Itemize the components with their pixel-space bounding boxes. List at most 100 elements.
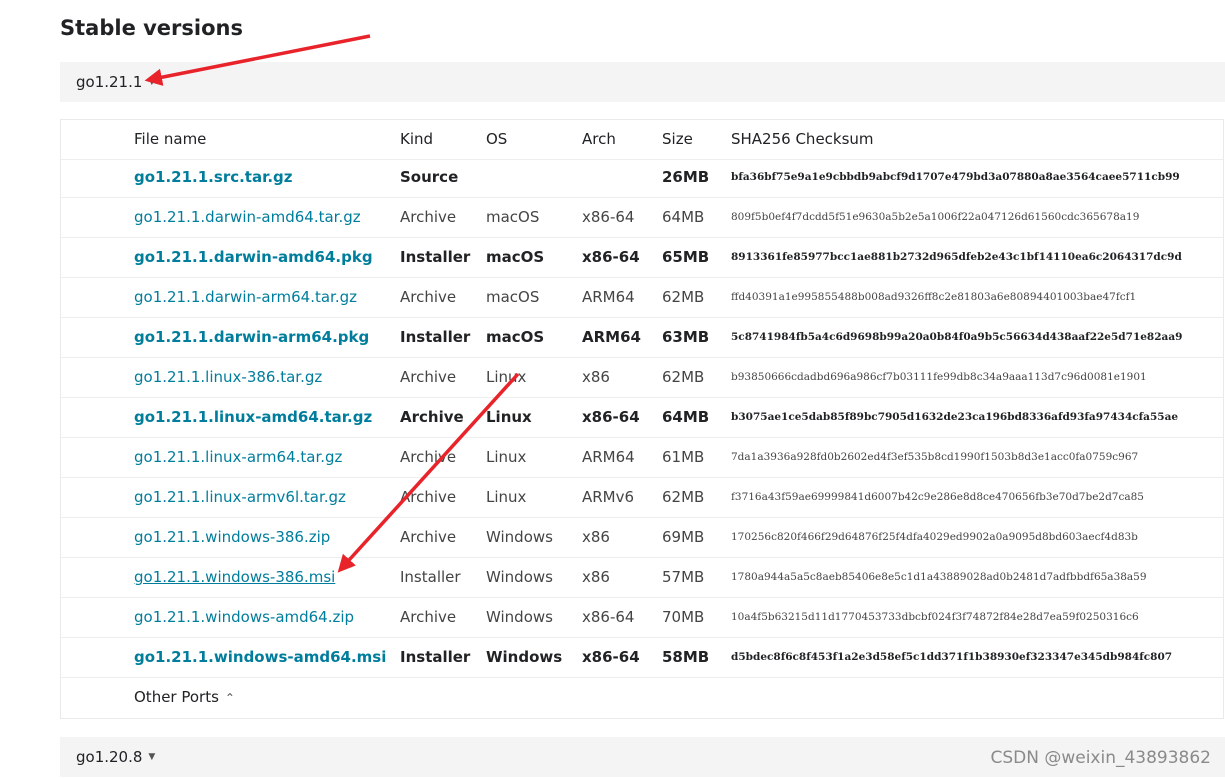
file-os: macOS — [486, 248, 545, 266]
table-row: go1.21.1.src.tar.gz Source 26MB bfa36bf75e9… — [61, 158, 1223, 198]
file-checksum: bfa36bf75e9a1e9cbbdb9abcf9d1707e479bd3a0… — [731, 171, 1180, 183]
header-checksum: SHA256 Checksum — [731, 130, 874, 148]
downloads-page: Stable versions go1.21.1 ▼ File name Kin… — [0, 0, 1225, 778]
file-checksum: 10a4f5b63215d11d1770453733dbcbf024f3f748… — [731, 611, 1139, 623]
file-kind: Archive — [400, 408, 464, 426]
file-os: macOS — [486, 208, 540, 226]
file-checksum: b3075ae1ce5dab85f89bc7905d1632de23ca196b… — [731, 411, 1179, 423]
file-download-link[interactable]: go1.21.1.windows-386.msi — [134, 558, 394, 597]
file-checksum: f3716a43f59ae69999841d6007b42c9e286e8d8c… — [731, 491, 1144, 503]
file-kind: Installer — [400, 248, 471, 266]
file-kind: Archive — [400, 528, 457, 546]
file-download-link[interactable]: go1.21.1.linux-amd64.tar.gz — [134, 398, 394, 437]
file-size: 57MB — [662, 568, 705, 586]
file-kind: Archive — [400, 368, 457, 386]
file-kind: Installer — [400, 568, 461, 586]
file-download-link[interactable]: go1.21.1.windows-amd64.msi — [134, 638, 394, 677]
version-label: go1.21.1 — [76, 73, 143, 91]
file-size: 70MB — [662, 608, 705, 626]
file-kind: Archive — [400, 608, 457, 626]
table-row: go1.21.1.windows-386.msi Installer Windows… — [61, 558, 1223, 598]
file-os: Windows — [486, 528, 553, 546]
file-checksum: ffd40391a1e995855488b008ad9326ff8c2e8180… — [731, 291, 1137, 303]
header-kind: Kind — [400, 130, 434, 148]
file-arch: x86-64 — [582, 608, 635, 626]
table-row: go1.21.1.darwin-arm64.pkg Installer macOS A… — [61, 318, 1223, 358]
file-size: 26MB — [662, 168, 710, 186]
file-checksum: 7da1a3936a928fd0b2602ed4f3ef535b8cd1990f… — [731, 451, 1139, 463]
file-arch — [582, 158, 660, 197]
file-download-link[interactable]: go1.21.1.darwin-amd64.tar.gz — [134, 198, 394, 237]
file-download-link[interactable]: go1.21.1.darwin-arm64.pkg — [134, 318, 394, 357]
table-row: go1.21.1.darwin-amd64.pkg Installer macOS x… — [61, 238, 1223, 278]
file-size: 58MB — [662, 648, 710, 666]
header-arch: Arch — [582, 130, 616, 148]
version-toggle-current[interactable]: go1.21.1 ▼ — [60, 62, 1225, 102]
table-row: go1.21.1.linux-arm64.tar.gz Archive Linux A… — [61, 438, 1223, 478]
file-size: 63MB — [662, 328, 710, 346]
file-checksum: 5c8741984fb5a4c6d9698b99a20a0b84f0a9b5c5… — [731, 331, 1183, 343]
table-row: go1.21.1.darwin-amd64.tar.gz Archive macOS… — [61, 198, 1223, 238]
file-kind: Source — [400, 168, 459, 186]
table-row: go1.21.1.windows-amd64.msi Installer Windo… — [61, 638, 1223, 678]
file-download-link[interactable]: go1.21.1.linux-armv6l.tar.gz — [134, 478, 394, 517]
file-download-link[interactable]: go1.21.1.linux-arm64.tar.gz — [134, 438, 394, 477]
file-download-link[interactable]: go1.21.1.darwin-amd64.pkg — [134, 238, 394, 277]
file-kind: Installer — [400, 328, 471, 346]
file-size: 62MB — [662, 368, 705, 386]
watermark: CSDN @weixin_43893862 — [990, 748, 1211, 768]
header-size: Size — [662, 130, 693, 148]
chevron-up-icon: ⌃ — [224, 691, 235, 705]
file-size: 62MB — [662, 288, 705, 306]
file-arch: x86 — [582, 528, 610, 546]
table-row: go1.21.1.darwin-arm64.tar.gz Archive macOS… — [61, 278, 1223, 318]
file-size: 69MB — [662, 528, 705, 546]
file-arch: x86 — [582, 568, 610, 586]
file-arch: ARM64 — [582, 288, 635, 306]
table-row: go1.21.1.windows-amd64.zip Archive Windows… — [61, 598, 1223, 638]
file-kind: Installer — [400, 648, 471, 666]
file-checksum: 8913361fe85977bcc1ae881b2732d965dfeb2e43… — [731, 251, 1182, 263]
table-header: File name Kind OS Arch Size SHA256 Check… — [61, 120, 1223, 160]
file-kind: Archive — [400, 208, 457, 226]
file-download-link[interactable]: go1.21.1.windows-amd64.zip — [134, 598, 394, 637]
file-arch: ARM64 — [582, 328, 641, 346]
table-row: go1.21.1.linux-amd64.tar.gz Archive Linux x… — [61, 398, 1223, 438]
file-checksum: 1780a944a5a5c8aeb85406e8e5c1d1a43889028a… — [731, 571, 1147, 583]
file-os — [486, 158, 578, 197]
file-checksum: d5bdec8f6c8f453f1a2e3d58ef5c1dd371f1b389… — [731, 651, 1173, 663]
table-row: go1.21.1.linux-386.tar.gz Archive Linux x86… — [61, 358, 1223, 398]
file-checksum: b93850666cdadbd696a986cf7b03111fe99db8c3… — [731, 371, 1147, 383]
file-os: Windows — [486, 648, 563, 666]
caret-down-icon: ▼ — [148, 77, 156, 87]
file-size: 62MB — [662, 488, 705, 506]
file-arch: x86-64 — [582, 648, 640, 666]
file-os: Linux — [486, 368, 527, 386]
table-row: go1.21.1.linux-armv6l.tar.gz Archive Linux… — [61, 478, 1223, 518]
header-file-name: File name — [134, 130, 207, 148]
file-kind: Archive — [400, 288, 457, 306]
file-kind: Archive — [400, 488, 457, 506]
file-arch: x86-64 — [582, 208, 635, 226]
file-kind: Archive — [400, 448, 457, 466]
other-ports-label: Other Ports — [134, 688, 219, 706]
file-download-link[interactable]: go1.21.1.linux-386.tar.gz — [134, 358, 394, 397]
other-ports-toggle[interactable]: Other Ports ⌃ — [134, 682, 235, 712]
file-size: 64MB — [662, 408, 710, 426]
file-checksum: 170256c820f466f29d64876f25f4dfa4029ed990… — [731, 531, 1138, 543]
file-os: Linux — [486, 448, 527, 466]
version-label: go1.20.8 — [76, 748, 143, 766]
file-arch: ARM64 — [582, 448, 635, 466]
file-download-link[interactable]: go1.21.1.src.tar.gz — [134, 158, 394, 197]
caret-down-icon: ▼ — [148, 752, 156, 762]
file-size: 64MB — [662, 208, 705, 226]
file-size: 65MB — [662, 248, 710, 266]
file-size: 61MB — [662, 448, 705, 466]
file-os: Windows — [486, 568, 553, 586]
file-checksum: 809f5b0ef4f7dcdd5f51e9630a5b2e5a1006f22a… — [731, 211, 1140, 223]
file-download-link[interactable]: go1.21.1.windows-386.zip — [134, 518, 394, 557]
table-row: go1.21.1.windows-386.zip Archive Windows x8… — [61, 518, 1223, 558]
header-os: OS — [486, 130, 508, 148]
page-title: Stable versions — [60, 16, 243, 40]
file-download-link[interactable]: go1.21.1.darwin-arm64.tar.gz — [134, 278, 394, 317]
